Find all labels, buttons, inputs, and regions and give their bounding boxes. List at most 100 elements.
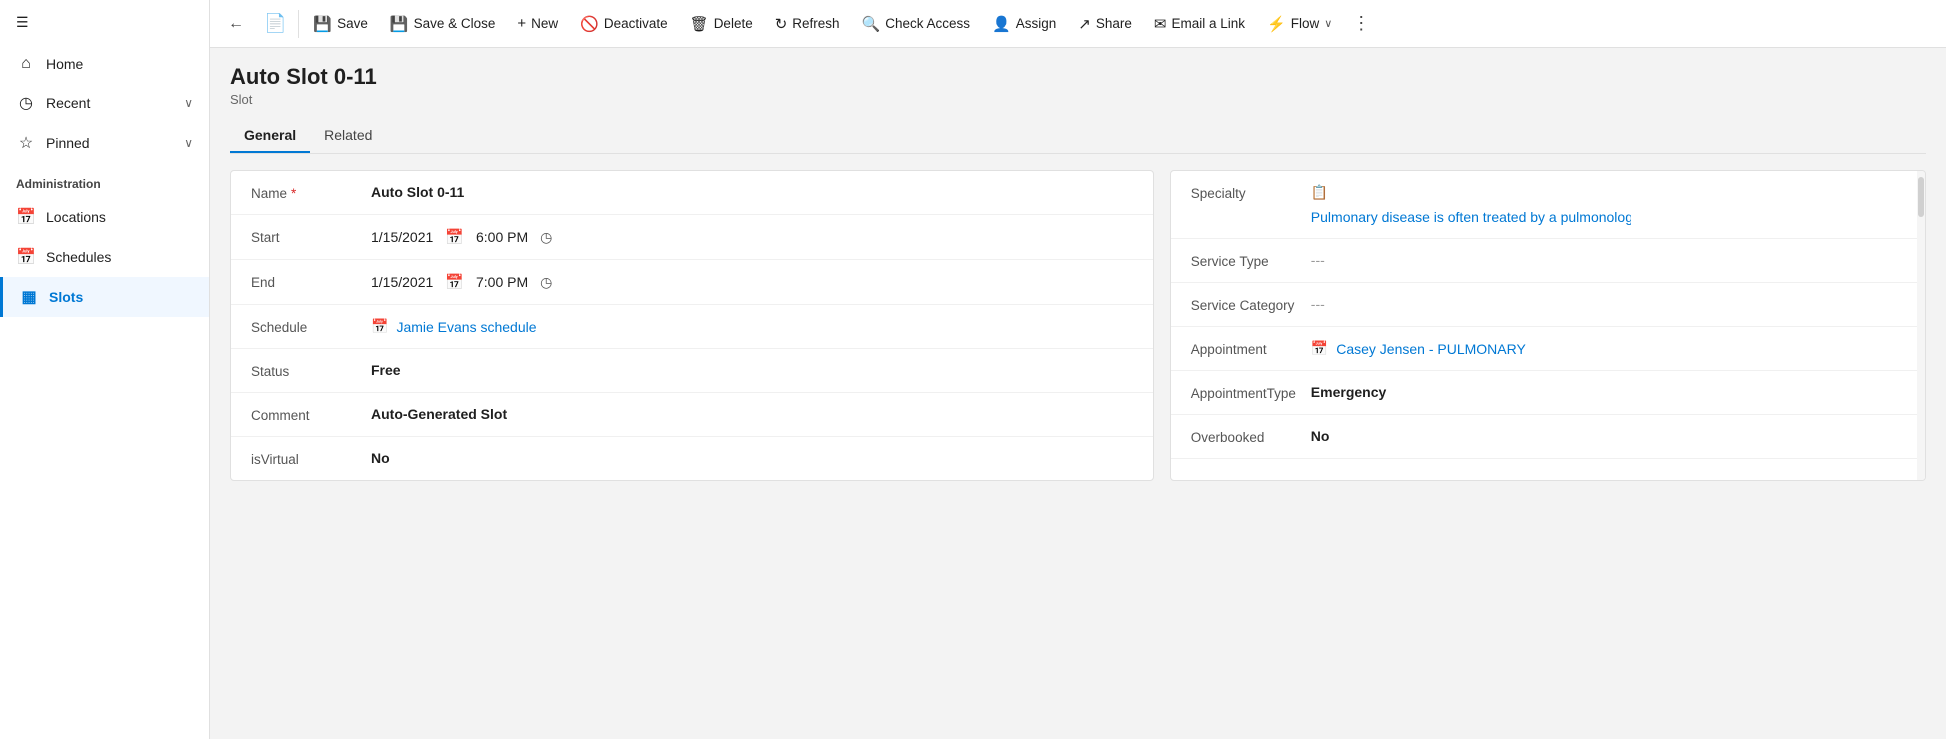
- record-title: Auto Slot 0-11: [230, 64, 1926, 90]
- save-button[interactable]: 💾 Save: [303, 9, 377, 39]
- status-value[interactable]: Free: [371, 362, 1133, 378]
- flow-chevron-icon: ∨: [1324, 17, 1332, 30]
- start-time[interactable]: 6:00 PM: [476, 229, 528, 245]
- delete-icon: 🗑: [690, 15, 709, 33]
- tab-general[interactable]: General: [230, 119, 310, 153]
- sidebar-item-schedules[interactable]: 📅 Schedules: [0, 237, 209, 277]
- overbooked-value[interactable]: No: [1311, 428, 1905, 444]
- page-content: Auto Slot 0-11 Slot General Related Name…: [210, 48, 1946, 739]
- email-label: Email a Link: [1171, 16, 1245, 31]
- back-button[interactable]: ←: [218, 9, 254, 39]
- deactivate-icon: 🚫: [580, 15, 599, 33]
- specialty-value[interactable]: 📋 Pulmonary disease is often treated by …: [1311, 184, 1631, 225]
- comment-value[interactable]: Auto-Generated Slot: [371, 406, 1133, 422]
- end-value: 1/15/2021 📅 7:00 PM ◷: [371, 273, 1133, 291]
- pinned-chevron-icon: ∨: [184, 136, 193, 150]
- name-value[interactable]: Auto Slot 0-11: [371, 184, 1133, 200]
- email-link-button[interactable]: ✉ Email a Link: [1144, 9, 1255, 39]
- flow-label: Flow: [1291, 16, 1320, 31]
- sidebar-item-locations-label: Locations: [46, 209, 106, 225]
- end-time[interactable]: 7:00 PM: [476, 274, 528, 290]
- field-appointment-type: AppointmentType Emergency: [1171, 371, 1925, 415]
- check-access-icon: 🔍: [862, 15, 881, 33]
- start-time-icon[interactable]: ◷: [540, 229, 552, 246]
- field-isvirtual: isVirtual No: [231, 437, 1153, 480]
- deactivate-label: Deactivate: [604, 16, 668, 31]
- sidebar-item-recent[interactable]: ◷ Recent ∨: [0, 83, 209, 123]
- appointment-value[interactable]: 📅 Casey Jensen - PULMONARY: [1311, 340, 1905, 357]
- flow-button[interactable]: ⚡ Flow ∨: [1257, 9, 1342, 39]
- end-calendar-icon[interactable]: 📅: [445, 273, 464, 291]
- sidebar-item-slots-label: Slots: [49, 289, 83, 305]
- delete-button[interactable]: 🗑 Delete: [680, 9, 763, 39]
- end-date[interactable]: 1/15/2021: [371, 274, 433, 290]
- divider-1: [298, 10, 299, 38]
- home-icon: ⌂: [16, 55, 36, 73]
- save-close-button[interactable]: 💾 Save & Close: [380, 9, 505, 39]
- save-label: Save: [337, 16, 368, 31]
- appointment-icon: 📅: [1311, 340, 1328, 357]
- comment-label: Comment: [251, 406, 371, 423]
- sidebar-item-pinned[interactable]: ☆ Pinned ∨: [0, 123, 209, 163]
- start-label: Start: [251, 228, 371, 245]
- save-close-icon: 💾: [390, 15, 409, 33]
- service-category-value: ---: [1311, 296, 1905, 312]
- end-label: End: [251, 273, 371, 290]
- sidebar-item-locations[interactable]: 📅 Locations: [0, 197, 209, 237]
- service-type-value: ---: [1311, 252, 1905, 268]
- toolbar: ← 📄 💾 Save 💾 Save & Close + New 🚫 Deacti…: [210, 0, 1946, 48]
- doc-icon: 📄: [264, 13, 286, 33]
- more-icon: ⋮: [1352, 13, 1370, 33]
- appointment-type-value[interactable]: Emergency: [1311, 384, 1905, 400]
- schedules-icon: 📅: [16, 247, 36, 267]
- assign-label: Assign: [1016, 16, 1057, 31]
- deactivate-button[interactable]: 🚫 Deactivate: [570, 9, 677, 39]
- scrollbar-thumb[interactable]: [1918, 177, 1924, 217]
- specialty-icon: 📋: [1311, 184, 1328, 201]
- status-label: Status: [251, 362, 371, 379]
- overbooked-label: Overbooked: [1191, 428, 1311, 445]
- new-icon: +: [517, 15, 526, 32]
- save-close-label: Save & Close: [414, 16, 496, 31]
- start-date[interactable]: 1/15/2021: [371, 229, 433, 245]
- specialty-label: Specialty: [1191, 184, 1311, 201]
- share-button[interactable]: ↗ Share: [1068, 9, 1142, 39]
- new-button[interactable]: + New: [507, 9, 568, 38]
- field-status: Status Free: [231, 349, 1153, 393]
- sidebar-item-pinned-label: Pinned: [46, 135, 90, 151]
- field-appointment: Appointment 📅 Casey Jensen - PULMONARY: [1171, 327, 1925, 371]
- start-calendar-icon[interactable]: 📅: [445, 228, 464, 246]
- sidebar-item-home-label: Home: [46, 56, 83, 72]
- check-access-label: Check Access: [885, 16, 970, 31]
- admin-section-title: Administration: [0, 163, 209, 197]
- right-panel: Specialty 📋 Pulmonary disease is often t…: [1170, 170, 1926, 481]
- field-overbooked: Overbooked No: [1171, 415, 1925, 459]
- start-value: 1/15/2021 📅 6:00 PM ◷: [371, 228, 1133, 246]
- locations-icon: 📅: [16, 207, 36, 227]
- more-options-button[interactable]: ⋮: [1344, 7, 1378, 40]
- check-access-button[interactable]: 🔍 Check Access: [852, 9, 980, 39]
- sidebar-item-schedules-label: Schedules: [46, 249, 111, 265]
- name-required: *: [291, 186, 296, 201]
- field-service-type: Service Type ---: [1171, 239, 1925, 283]
- schedule-value[interactable]: 📅 Jamie Evans schedule: [371, 318, 1133, 335]
- name-label: Name*: [251, 184, 371, 201]
- sidebar-item-recent-label: Recent: [46, 95, 90, 111]
- isvirtual-value[interactable]: No: [371, 450, 1133, 466]
- field-comment: Comment Auto-Generated Slot: [231, 393, 1153, 437]
- schedule-label: Schedule: [251, 318, 371, 335]
- field-specialty: Specialty 📋 Pulmonary disease is often t…: [1171, 171, 1925, 239]
- field-schedule: Schedule 📅 Jamie Evans schedule: [231, 305, 1153, 349]
- refresh-button[interactable]: ↻ Refresh: [765, 9, 850, 39]
- sidebar-item-home[interactable]: ⌂ Home: [0, 45, 209, 83]
- sidebar-item-slots[interactable]: ▦ Slots: [0, 277, 209, 317]
- assign-button[interactable]: 👤 Assign: [982, 9, 1066, 39]
- appointment-label: Appointment: [1191, 340, 1311, 357]
- tab-related[interactable]: Related: [310, 119, 386, 153]
- service-type-label: Service Type: [1191, 252, 1311, 269]
- hamburger-menu[interactable]: ☰: [0, 0, 209, 45]
- end-time-icon[interactable]: ◷: [540, 274, 552, 291]
- left-panel: Name* Auto Slot 0-11 Start 1/15/2021 📅 6…: [230, 170, 1154, 481]
- sidebar: ☰ ⌂ Home ◷ Recent ∨ ☆ Pinned ∨ Administr…: [0, 0, 210, 739]
- service-category-label: Service Category: [1191, 296, 1311, 313]
